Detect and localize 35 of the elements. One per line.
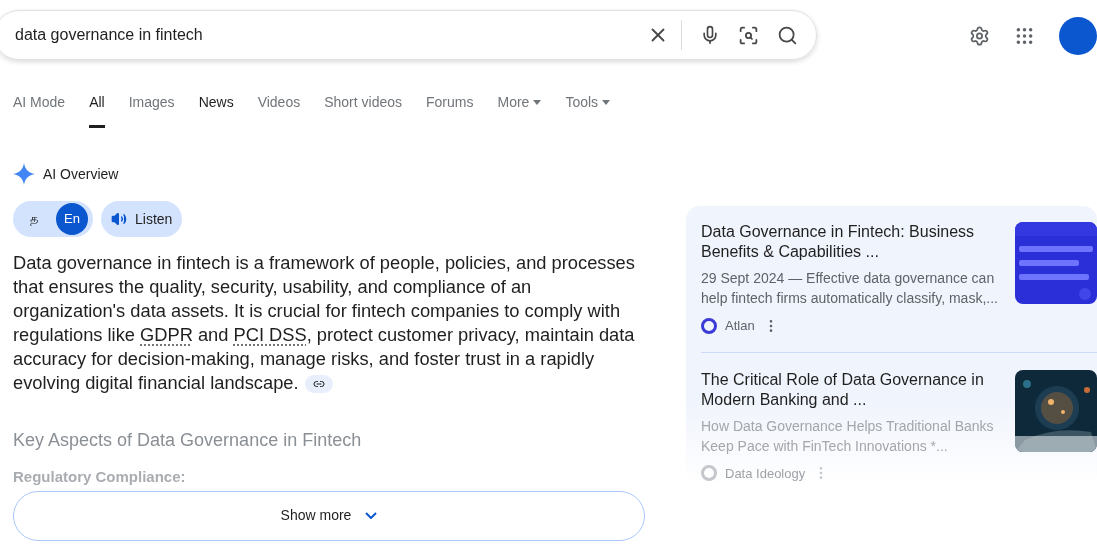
section-title: AI Overview <box>43 164 119 184</box>
overview-paragraph: Data governance in fintech is a framework of people, policies, and processes that ensures the quality, security, usability, and compliance of an organization's data assets. It is crucial for fintech companies to comply with regulations like GDPR and PCI DSS, protect customer privacy, maintain data accuracy for decision-making, manage risks, and foster trust in a rapidly evolving digital financial landscape. <box>13 251 636 395</box>
tab[interactable]: News <box>198 92 234 128</box>
site-icon <box>701 465 717 482</box>
subheading: Regulatory Compliance: <box>13 467 187 487</box>
search-query: data governance in fintech <box>15 25 204 45</box>
language-toggle[interactable]: த En <box>13 201 93 237</box>
tab[interactable]: Forums <box>426 92 474 128</box>
chevron-icon <box>365 512 378 519</box>
result-snippet: How Data Governance Helps Traditional Banks Keep Pace with FinTech Innovations *... <box>701 416 995 456</box>
site-name[interactable]: Atlan <box>725 316 755 336</box>
search-icon[interactable] <box>776 24 798 46</box>
result-snippet: 29 Sept 2024 — Effective data governance can help fintech firms automatically classify, mask,... <box>701 269 999 308</box>
language-option[interactable]: த <box>18 203 50 235</box>
avatar[interactable] <box>1059 17 1097 55</box>
tab[interactable]: Videos <box>257 92 301 128</box>
section-heading: Key Aspects of Data Governance in Fintech <box>13 429 363 452</box>
sparkle-icon <box>13 163 35 185</box>
language-option[interactable]: En <box>56 203 88 235</box>
result-title[interactable]: Data Governance in Fintech: Business Benefits & Capabilities ... <box>701 222 999 262</box>
tab[interactable]: Images <box>128 92 175 128</box>
speaker-icon <box>111 211 127 227</box>
result-title[interactable]: The Critical Role of Data Governance in Modern Banking and ... <box>701 369 999 410</box>
caret-icon <box>602 100 611 105</box>
tab[interactable]: AI Mode <box>13 92 66 128</box>
settings-icon[interactable] <box>968 25 990 47</box>
show-more-button[interactable]: Show more <box>13 490 645 541</box>
tab[interactable]: More <box>497 92 542 128</box>
caret-icon <box>533 100 542 105</box>
tab[interactable]: Short videos <box>324 92 403 128</box>
tab[interactable]: Tools <box>565 92 611 128</box>
listen-button[interactable]: Listen <box>101 201 183 237</box>
site-icon <box>701 317 717 334</box>
tab[interactable]: All <box>89 92 105 128</box>
camera-search-icon[interactable] <box>737 24 759 46</box>
